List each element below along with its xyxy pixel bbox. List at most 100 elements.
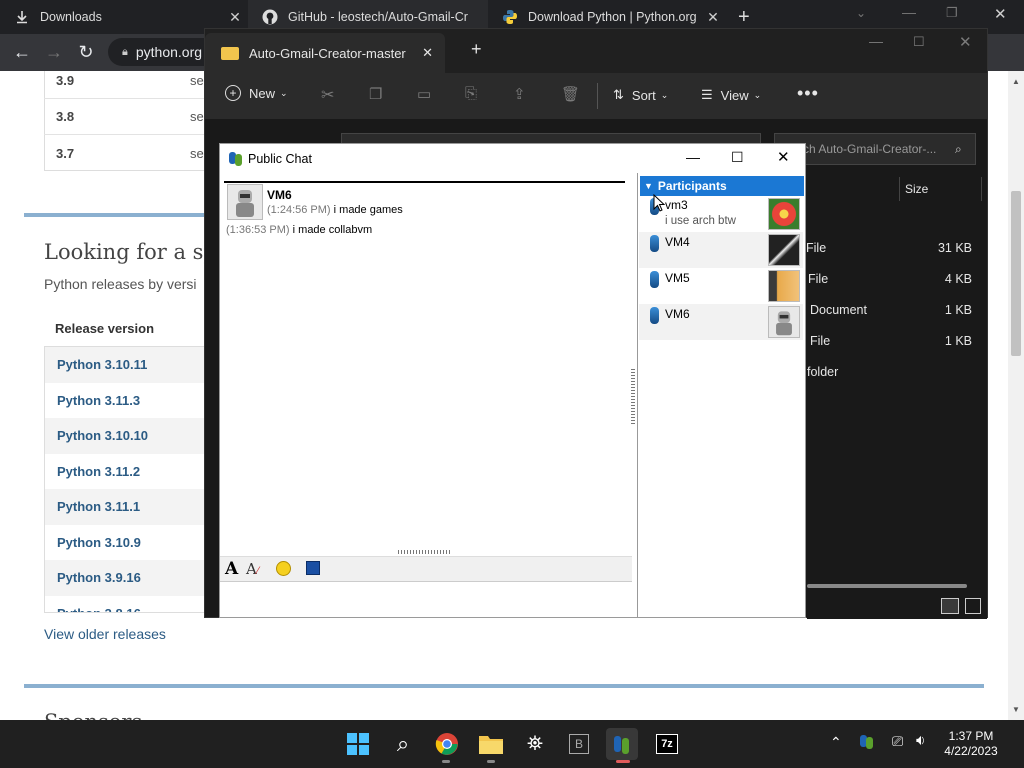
save-icon[interactable] — [306, 561, 320, 575]
paste-icon[interactable]: ▭ — [417, 85, 431, 103]
view-older-link[interactable]: View older releases — [44, 626, 166, 642]
font-icon[interactable]: A — [225, 559, 238, 579]
release-link[interactable]: Python 3.11.3 — [45, 383, 213, 419]
bytecode-app-icon[interactable]: B — [563, 728, 595, 760]
message-input[interactable] — [220, 583, 632, 617]
scroll-thumb[interactable] — [1011, 191, 1021, 356]
details-view-icon[interactable] — [941, 598, 959, 614]
release-link[interactable]: Python 3.10.9 — [45, 525, 213, 561]
size-column-header[interactable]: Size — [905, 182, 928, 196]
release-link[interactable]: Python 3.8.16 — [45, 596, 213, 612]
new-button[interactable]: + New ⌄ — [225, 85, 288, 101]
maximize-icon[interactable]: ☐ — [913, 34, 925, 50]
version-row: 3.9 se — [44, 63, 214, 99]
new-tab-button[interactable]: + — [471, 39, 482, 60]
release-link[interactable]: Python 3.10.10 — [45, 418, 213, 454]
tab-label: GitHub - leostech/Auto-Gmail-Cr — [288, 10, 468, 24]
minimize-icon[interactable]: — — [902, 4, 916, 20]
scroll-up-icon[interactable]: ▲ — [1012, 77, 1020, 86]
message-text: i made collabvm — [292, 224, 373, 236]
version-status: se — [190, 73, 204, 88]
minimize-icon[interactable]: — — [686, 149, 700, 165]
pane-splitter-handle[interactable] — [631, 369, 635, 424]
version-number: 3.9 — [56, 73, 75, 88]
share-icon[interactable]: ⇪ — [513, 85, 526, 103]
network-icon[interactable]: ⎚ — [892, 733, 903, 750]
tab-search-icon[interactable]: ⌄ — [856, 6, 866, 20]
file-type: Document — [810, 303, 867, 317]
explorer-tab[interactable]: Auto-Gmail-Creator-master ✕ — [205, 33, 445, 73]
user-status-icon — [650, 271, 659, 288]
close-window-icon[interactable]: ✕ — [959, 33, 972, 51]
horizontal-scrollbar[interactable] — [807, 584, 967, 588]
message-row: (1:24:56 PM) i made games — [267, 204, 403, 216]
delete-icon[interactable]: 🗑︎ — [561, 85, 580, 103]
sponsors-heading: Sponsors — [44, 710, 142, 720]
download-icon — [14, 9, 30, 25]
chevron-up-icon[interactable]: ⌃ — [830, 734, 842, 751]
message-area-top-border — [224, 181, 625, 183]
file-explorer-taskbar-icon[interactable] — [475, 728, 507, 760]
message-time: (1:24:56 PM) — [267, 204, 331, 216]
chevron-down-icon: ⌄ — [753, 89, 762, 100]
robot-avatar-icon — [776, 311, 792, 336]
release-link[interactable]: Python 3.10.11 — [45, 347, 213, 383]
clock[interactable]: 1:37 PM 4/22/2023 — [940, 729, 1002, 759]
cut-icon[interactable]: ✂︎ — [321, 85, 334, 105]
network-app-icon[interactable]: ⛯ — [519, 728, 551, 760]
close-tab-icon[interactable]: ✕ — [698, 9, 728, 26]
volume-icon[interactable]: 🔉︎ — [916, 732, 925, 749]
maximize-icon[interactable]: ☐ — [731, 149, 744, 166]
lock-icon: 🔒︎ — [122, 45, 128, 58]
new-tab-button[interactable]: + — [738, 6, 750, 29]
minimize-icon[interactable]: — — [869, 33, 883, 49]
chat-taskbar-icon[interactable] — [606, 728, 638, 760]
reload-icon[interactable]: ↻ — [72, 38, 100, 66]
close-tab-icon[interactable]: ✕ — [422, 45, 433, 61]
participant-name: VM6 — [665, 307, 690, 321]
restore-icon[interactable]: ❐ — [946, 5, 958, 21]
release-link[interactable]: Python 3.11.1 — [45, 489, 213, 525]
more-options-icon[interactable]: ••• — [797, 83, 819, 104]
user-status-icon — [650, 307, 659, 324]
tab-label: Downloads — [40, 10, 102, 24]
participants-header[interactable]: ▼ Participants — [640, 176, 804, 196]
forward-icon[interactable]: → — [40, 38, 68, 66]
close-window-icon[interactable]: ✕ — [994, 5, 1007, 23]
view-button[interactable]: ☰ View ⌄ — [701, 87, 761, 103]
page-scrollbar[interactable]: ▲ ▼ — [1008, 71, 1024, 720]
close-tab-icon[interactable]: ✕ — [220, 9, 250, 26]
start-button[interactable] — [342, 728, 374, 760]
back-icon[interactable]: ← — [8, 38, 36, 66]
clock-time: 1:37 PM — [948, 729, 994, 743]
participant-name: vm3 — [665, 198, 688, 212]
input-splitter-handle[interactable] — [398, 550, 452, 554]
rename-icon[interactable]: ⎘ — [465, 85, 477, 102]
participant-item[interactable]: VM5 — [639, 268, 803, 304]
search-icon[interactable]: ⌕ — [387, 728, 419, 760]
section-divider — [24, 684, 984, 688]
running-indicator — [442, 760, 450, 763]
clock-date: 4/22/2023 — [944, 744, 998, 758]
message-text: i made games — [333, 204, 403, 216]
tiles-view-icon[interactable] — [965, 598, 981, 614]
scroll-down-icon[interactable]: ▼ — [1012, 705, 1020, 714]
format-toolbar: A A⁄ — [220, 556, 632, 582]
chevron-down-icon: ⌄ — [280, 87, 288, 98]
sort-button[interactable]: ⇅ Sort ⌄ — [613, 87, 668, 103]
explorer-command-bar: + New ⌄ ✂︎ ❐ ▭ ⎘ ⇪ 🗑︎ ⇅ Sort ⌄ ☰ View ⌄ … — [205, 73, 987, 119]
chrome-taskbar-icon[interactable] — [431, 728, 463, 760]
participant-item[interactable]: VM6 — [639, 304, 803, 340]
emoticon-icon[interactable] — [276, 561, 291, 576]
release-link[interactable]: Python 3.11.2 — [45, 454, 213, 490]
copy-icon[interactable]: ❐ — [369, 85, 382, 103]
release-link[interactable]: Python 3.9.16 — [45, 560, 213, 596]
text-color-icon[interactable]: A⁄ — [246, 560, 259, 578]
7zip-taskbar-icon[interactable]: 7z — [651, 728, 683, 760]
close-window-icon[interactable]: ✕ — [777, 148, 790, 166]
version-row: 3.7 se — [44, 135, 214, 171]
participant-item[interactable]: VM4 — [639, 232, 803, 268]
message-row: (1:36:53 PM) i made collabvm — [226, 224, 372, 236]
tray-chat-icon[interactable] — [860, 734, 874, 755]
windows-icon — [347, 733, 369, 755]
